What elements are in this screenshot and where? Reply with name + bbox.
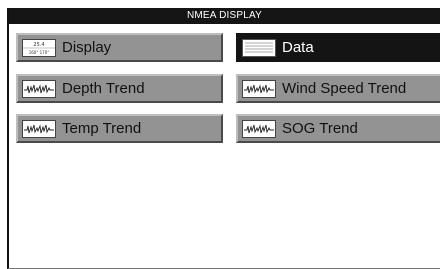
temp-trend-button[interactable]: Temp Trend [16, 114, 223, 143]
data-label: Data [282, 39, 314, 56]
wind-speed-trend-button[interactable]: Wind Speed Trend [236, 74, 440, 103]
trend-graph-icon [22, 79, 56, 98]
numeric-display-icon: 25.4 160° 170° [22, 38, 56, 57]
depth-trend-button[interactable]: Depth Trend [16, 74, 223, 103]
display-icon-bearing: 160° 170° [29, 50, 50, 55]
sog-trend-button[interactable]: SOG Trend [236, 114, 440, 143]
temp-trend-label: Temp Trend [62, 120, 142, 137]
trend-graph-icon [22, 119, 56, 138]
display-label: Display [62, 39, 112, 56]
data-button[interactable]: Data [236, 33, 440, 62]
title-bar: NMEA DISPLAY [9, 8, 440, 24]
depth-trend-label: Depth Trend [62, 80, 145, 97]
display-button[interactable]: 25.4 160° 170° Display [16, 33, 223, 62]
sog-trend-label: SOG Trend [282, 120, 358, 137]
wind-speed-trend-label: Wind Speed Trend [282, 80, 407, 97]
trend-graph-icon [242, 79, 276, 98]
display-icon-value: 25.4 [33, 42, 44, 48]
trend-graph-icon [242, 119, 276, 138]
nmea-display-screen: NMEA DISPLAY 25.4 160° 170° Display Data… [7, 8, 440, 269]
data-list-icon [242, 38, 276, 57]
